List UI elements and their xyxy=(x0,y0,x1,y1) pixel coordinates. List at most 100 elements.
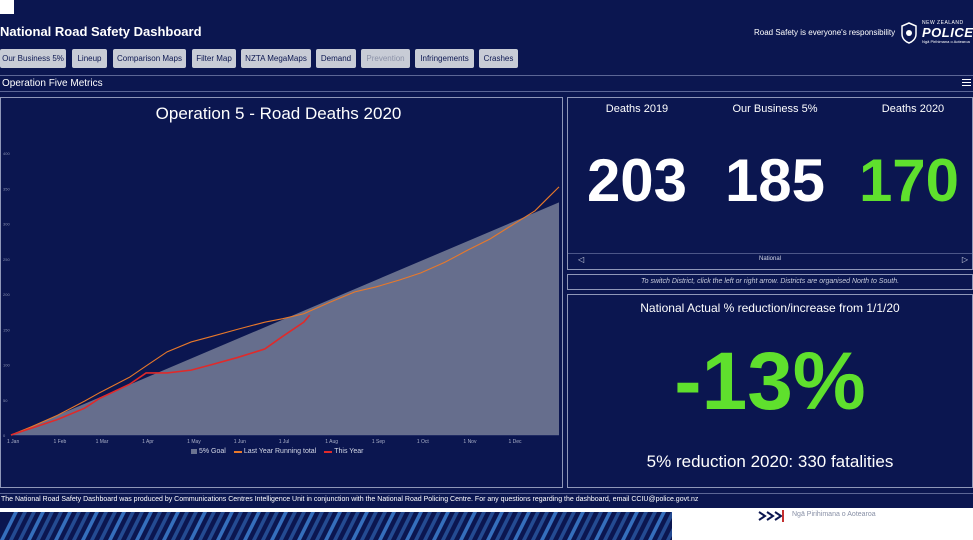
police-badge-icon xyxy=(901,22,917,44)
divider xyxy=(782,510,784,522)
x-tick-label: 1 Nov xyxy=(463,439,477,445)
pattern-stripe xyxy=(342,512,360,540)
x-tick-label: 1 Mar xyxy=(96,439,109,445)
pattern-stripe xyxy=(387,512,405,540)
bottom-caption: Ngā Pirihimana o Aotearoa xyxy=(792,511,876,518)
pattern-stripe xyxy=(459,512,477,540)
tab-comparison-maps[interactable]: Comparison Maps xyxy=(113,49,186,68)
y-tick-label: 50 xyxy=(3,398,8,403)
x-tick-label: 1 Dec xyxy=(508,439,522,445)
pattern-stripe xyxy=(216,512,234,540)
stats-panel: Deaths 2019 Our Business 5% Deaths 2020 … xyxy=(567,97,973,270)
pattern-stripe xyxy=(549,512,567,540)
pattern-stripe xyxy=(423,512,441,540)
pattern-stripe xyxy=(126,512,144,540)
pattern-stripe xyxy=(144,512,162,540)
pattern-stripe xyxy=(90,512,108,540)
pattern-stripe xyxy=(243,512,261,540)
pattern-stripe xyxy=(585,512,603,540)
pattern-stripe xyxy=(522,512,540,540)
reduction-panel: National Actual % reduction/increase fro… xyxy=(567,294,973,488)
our-business-label: Our Business 5% xyxy=(732,103,818,115)
district-hint: To switch District, click the left or ri… xyxy=(640,278,900,285)
pattern-stripe xyxy=(432,512,450,540)
pattern-stripe xyxy=(612,512,630,540)
pattern-stripe xyxy=(450,512,468,540)
tab-prevention[interactable]: Prevention xyxy=(361,49,410,68)
pattern-stripe xyxy=(369,512,387,540)
pattern-stripe xyxy=(531,512,549,540)
chart-panel: 0 50 100 150 200 250 300 350 400 1 Jan 1 Feb 1 Mar 1… xyxy=(0,97,563,488)
pattern-stripe xyxy=(99,512,117,540)
y-tick-label: 150 xyxy=(3,327,10,332)
pattern-stripe xyxy=(567,512,585,540)
pattern-stripe xyxy=(270,512,288,540)
pattern-stripe xyxy=(540,512,558,540)
tab-lineup[interactable]: Lineup xyxy=(72,49,107,68)
pattern-stripe xyxy=(180,512,198,540)
footer-note: The National Road Safety Dashboard was p… xyxy=(0,493,973,503)
pattern-stripe xyxy=(45,512,63,540)
pattern-stripe xyxy=(360,512,378,540)
pattern-stripe xyxy=(378,512,396,540)
legend-label-last-year: Last Year Running total xyxy=(243,448,317,455)
pattern-stripe xyxy=(279,512,297,540)
tab-demand[interactable]: Demand xyxy=(316,49,356,68)
x-tick-label: 1 May xyxy=(187,439,201,445)
pattern-stripe xyxy=(27,512,45,540)
reduction-title: National Actual % reduction/increase fro… xyxy=(640,301,900,315)
y-tick-label: 200 xyxy=(3,292,10,297)
pattern-stripe xyxy=(576,512,594,540)
district-selector: ◁ National ▷ xyxy=(568,253,972,267)
pattern-stripe xyxy=(162,512,180,540)
pattern-stripe xyxy=(18,512,36,540)
legend-swatch-last-year xyxy=(233,450,242,453)
legend-item-this-year: This Year xyxy=(324,448,363,455)
pattern-stripe xyxy=(486,512,504,540)
our-business-value: 185 xyxy=(724,147,826,214)
chart-legend: 5% Goal Last Year Running total This Yea… xyxy=(191,448,363,455)
legend-label-this-year: This Year xyxy=(334,448,364,455)
pattern-stripe xyxy=(36,512,54,540)
pattern-stripe xyxy=(333,512,351,540)
legend-item-last-year: Last Year Running total xyxy=(233,448,317,455)
next-district-arrow-icon[interactable]: ▷ xyxy=(962,255,968,264)
legend-swatch-this-year xyxy=(324,450,333,453)
x-tick-label: 1 Jun xyxy=(234,439,246,445)
pattern-stripe xyxy=(513,512,531,540)
pattern-stripe xyxy=(306,512,324,540)
dashboard: National Road Safety Dashboard Road Safe… xyxy=(0,0,973,508)
deaths-2020-value: 170 xyxy=(858,147,960,214)
pattern-stripe xyxy=(63,512,81,540)
pattern-stripe xyxy=(234,512,252,540)
police-logo: NEW ZEALAND POLICE Ngā Pirihimana o Aote… xyxy=(900,20,973,46)
tab-our-business[interactable]: Our Business 5% xyxy=(0,49,66,68)
x-tick-label: 1 Apr xyxy=(142,439,154,445)
pattern-stripe xyxy=(153,512,171,540)
tab-filter-map[interactable]: Filter Map xyxy=(192,49,236,68)
x-tick-label: 1 Feb xyxy=(54,439,67,445)
pattern-stripe xyxy=(9,512,27,540)
police-chevron-icon xyxy=(758,511,783,521)
y-tick-label: 100 xyxy=(3,363,10,368)
y-tick-label: 250 xyxy=(3,257,10,262)
pattern-stripe xyxy=(0,512,18,540)
pattern-stripe xyxy=(396,512,414,540)
pattern-stripe xyxy=(495,512,513,540)
tab-nzta-megamaps[interactable]: NZTA MegaMaps xyxy=(241,49,311,68)
tab-crashes[interactable]: Crashes xyxy=(479,49,518,68)
chart-title: Operation 5 - Road Deaths 2020 xyxy=(155,104,402,123)
section-header: Operation Five Metrics xyxy=(0,75,973,92)
tab-infringements[interactable]: Infringements xyxy=(415,49,474,68)
pattern-stripe xyxy=(252,512,270,540)
hamburger-menu-icon[interactable] xyxy=(962,79,971,87)
x-tick-label: 1 Jul xyxy=(279,439,290,445)
pattern-stripe xyxy=(639,512,657,540)
pattern-stripe xyxy=(621,512,639,540)
road-deaths-chart: 0 50 100 150 200 250 300 350 400 1 Jan 1 Feb 1 Mar 1… xyxy=(3,151,560,445)
deaths-2019-value: 203 xyxy=(586,147,688,214)
pattern-stripe xyxy=(297,512,315,540)
pattern-stripe xyxy=(108,512,126,540)
legend-label-goal: 5% Goal xyxy=(199,448,226,455)
pattern-stripe xyxy=(261,512,279,540)
